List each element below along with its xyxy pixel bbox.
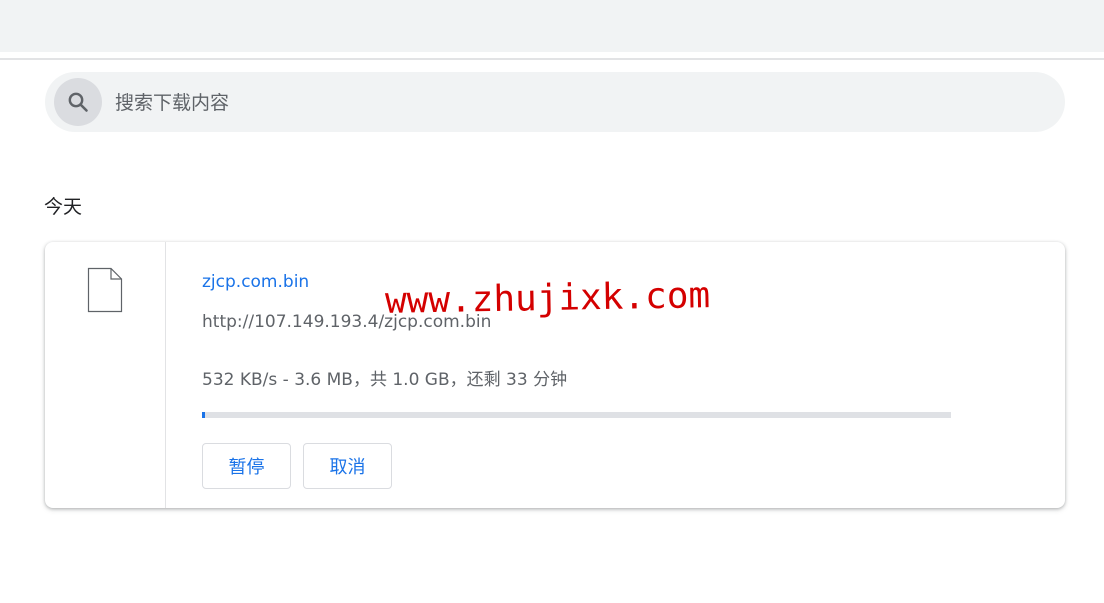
search-input[interactable]: [113, 84, 1037, 122]
watermark: www.zhujixk.com: [384, 275, 711, 322]
download-filename-link[interactable]: zjcp.com.bin: [202, 272, 309, 292]
download-item-card: zjcp.com.bin http://107.149.193.4/zjcp.c…: [45, 242, 1065, 508]
pause-button[interactable]: 暂停: [202, 443, 291, 489]
section-title-today: 今天: [44, 196, 83, 218]
top-bar-divider: [0, 58, 1104, 60]
card-divider: [165, 242, 166, 508]
download-progress-bar: [202, 412, 951, 418]
search-icon[interactable]: [54, 78, 102, 126]
cancel-button[interactable]: 取消: [303, 443, 392, 489]
download-status: 532 KB/s - 3.6 MB，共 1.0 GB，还剩 33 分钟: [202, 370, 568, 390]
top-bar: [0, 0, 1104, 52]
search-bar[interactable]: [45, 72, 1065, 132]
file-icon: [87, 267, 123, 317]
download-progress-fill: [202, 412, 205, 418]
